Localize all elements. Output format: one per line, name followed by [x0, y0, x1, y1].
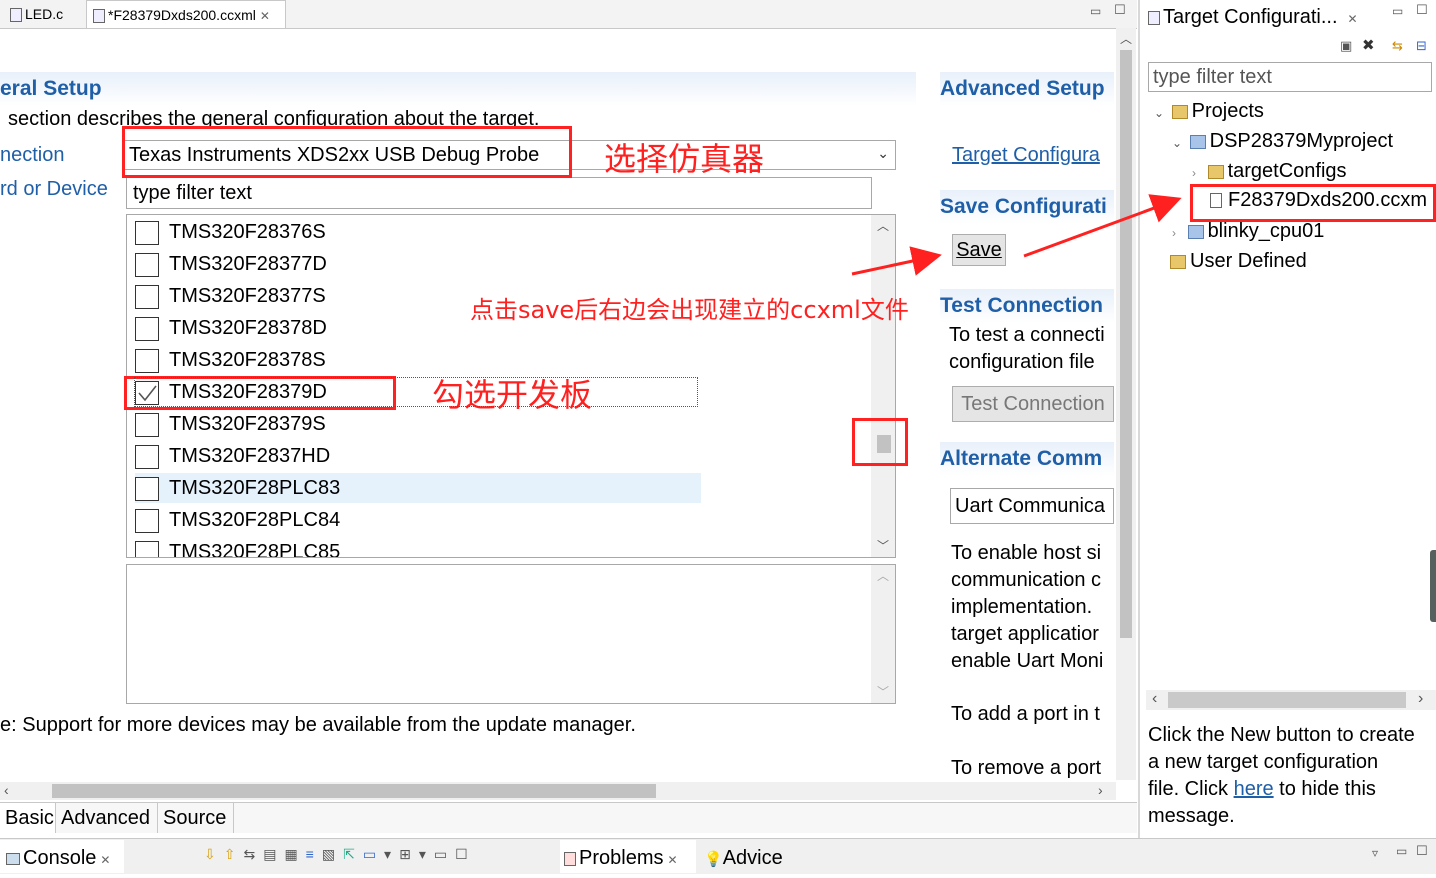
arrow-to-save	[851, 246, 942, 276]
annotation-arrows	[851, 194, 1182, 276]
arrow-to-ccxml	[1023, 194, 1182, 258]
